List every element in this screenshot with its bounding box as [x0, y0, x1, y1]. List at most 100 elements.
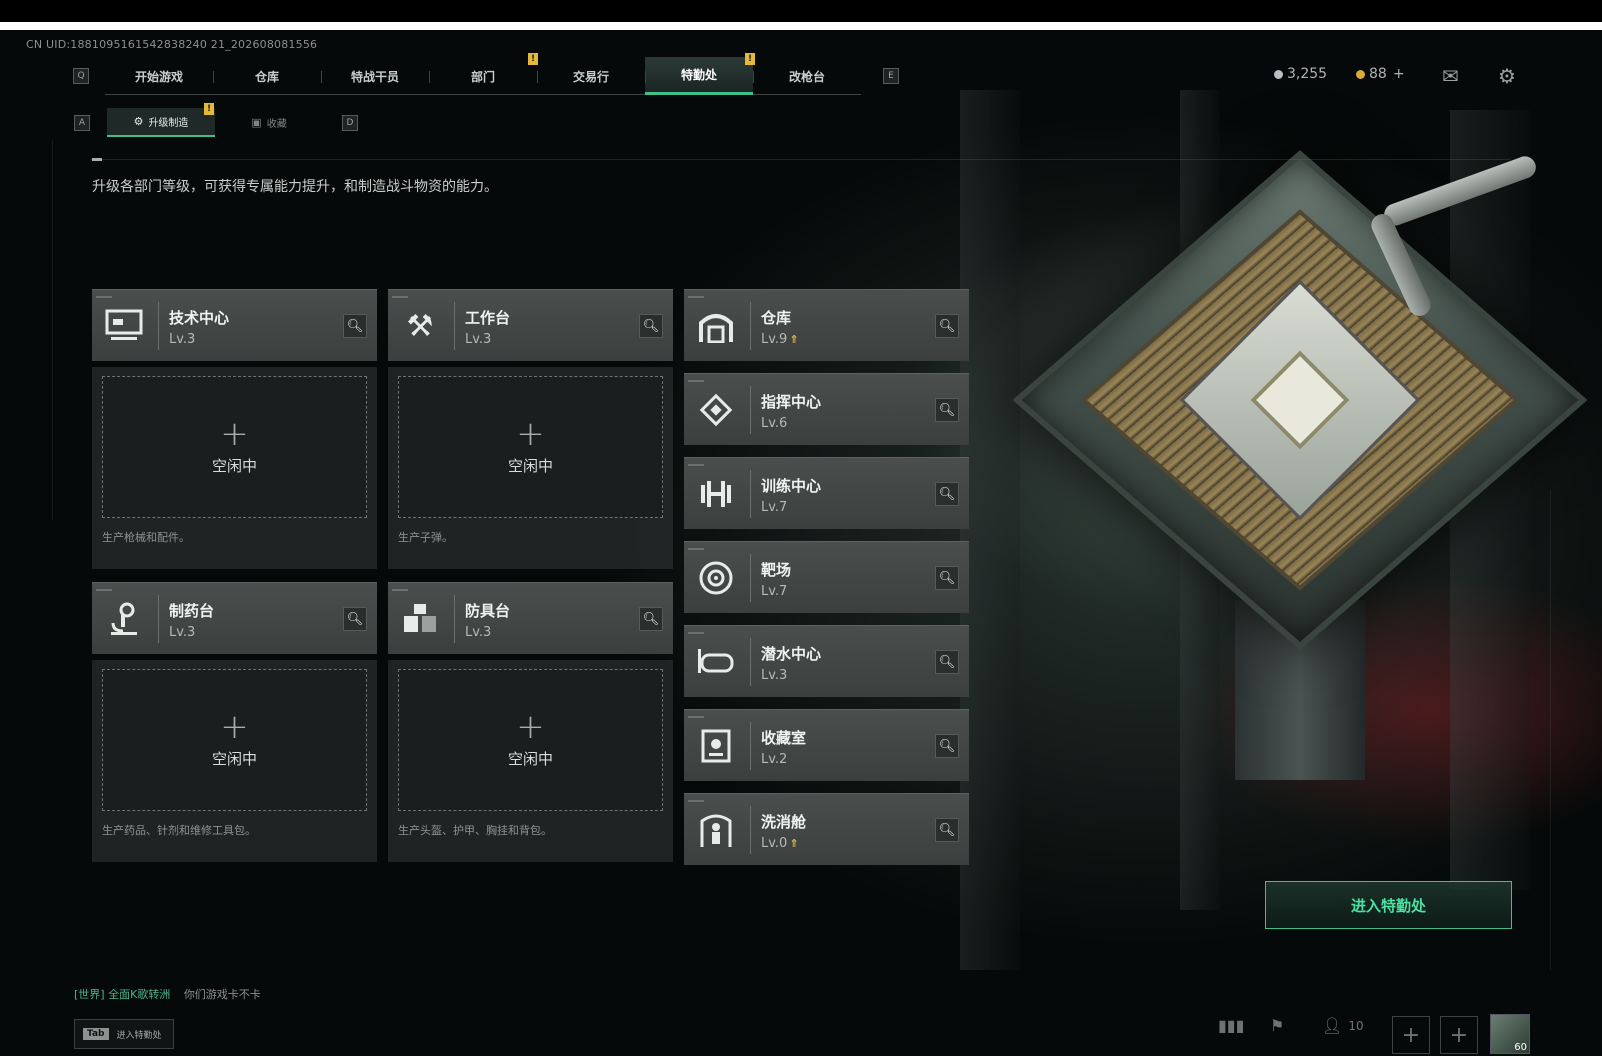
- stats-icon[interactable]: ▮▮▮: [1218, 1016, 1244, 1035]
- collection-tab-icon: ▣: [251, 116, 262, 129]
- search-icon[interactable]: 🔍︎: [935, 818, 959, 842]
- tab-shortcut-hint[interactable]: Tab 进入特勤处: [74, 1019, 174, 1049]
- separator: [454, 595, 455, 643]
- separator: [750, 722, 751, 770]
- search-icon[interactable]: 🔍︎: [935, 566, 959, 590]
- card-header[interactable]: 仓库 Lv.9 ⇑ 🔍︎: [684, 289, 969, 361]
- search-icon[interactable]: 🔍︎: [935, 314, 959, 338]
- gear-icon[interactable]: ⚙: [1498, 64, 1516, 88]
- separator: [750, 554, 751, 602]
- dumbbell-icon: [696, 474, 736, 514]
- level-text: Lv.0: [761, 836, 788, 851]
- upgrade-arrow-icon: ⇑: [789, 333, 799, 346]
- top-white-strip: [0, 22, 1602, 30]
- card-title: 制药台: [169, 602, 215, 620]
- search-icon[interactable]: 🔍︎: [935, 734, 959, 758]
- bg-line: [52, 140, 53, 520]
- enter-special-ops-button[interactable]: 进入特勤处: [1265, 881, 1512, 929]
- tools-icon: ⚒: [406, 308, 434, 344]
- craft-slot[interactable]: + 空闲中: [398, 376, 663, 518]
- card-note: 生产子弹。: [398, 531, 453, 544]
- card-header[interactable]: ⚒ 工作台 Lv.3 🔍︎: [388, 289, 673, 361]
- card-header[interactable]: 技术中心 Lv.3 🔍︎: [92, 289, 377, 361]
- level-text: Lv.9: [761, 332, 788, 347]
- plus-icon: +: [516, 413, 545, 454]
- tab-label: 开始游戏: [134, 69, 183, 84]
- card-note: 生产头盔、护甲、胸挂和背包。: [398, 824, 552, 837]
- card-title: 潜水中心: [761, 645, 822, 663]
- flag-icon[interactable]: ⚑: [1270, 1016, 1284, 1035]
- tab-upgrade-craft[interactable]: ⚙ 升级制造: [107, 108, 215, 137]
- card-header[interactable]: 训练中心 Lv.7 🔍︎: [684, 457, 969, 529]
- subnav-prev-key[interactable]: A: [74, 115, 90, 131]
- tab-collection[interactable]: ▣ 收藏: [215, 108, 323, 137]
- add-gold-icon[interactable]: +: [1393, 66, 1405, 82]
- search-icon[interactable]: 🔍︎: [935, 482, 959, 506]
- slot-status: 空闲中: [507, 456, 553, 475]
- card-header[interactable]: 指挥中心 Lv.6 🔍︎: [684, 373, 969, 445]
- silver-coin-icon: [1274, 69, 1283, 79]
- subtab-notice-badge: !: [204, 103, 214, 115]
- separator: [158, 302, 159, 350]
- friends-count: 10: [1348, 1018, 1364, 1033]
- card-level: Lv.3: [761, 668, 788, 683]
- separator: [750, 470, 751, 518]
- friends-icon: 👤︎: [1322, 1016, 1343, 1035]
- nav-prev-key[interactable]: Q: [73, 68, 89, 84]
- card-header[interactable]: 防具台 Lv.3 🔍︎: [388, 582, 673, 654]
- chat-channel: [世界]: [74, 988, 105, 1001]
- card-header[interactable]: 收藏室 Lv.2 🔍︎: [684, 709, 969, 781]
- corner-dash: [688, 548, 704, 550]
- warehouse-icon: [696, 306, 736, 346]
- friends-button[interactable]: 👤︎ 10: [1322, 1016, 1364, 1035]
- card-header[interactable]: 潜水中心 Lv.3 🔍︎: [684, 625, 969, 697]
- add-slot-button[interactable]: +: [1392, 1016, 1430, 1054]
- tab-label: 收藏: [266, 119, 287, 130]
- tab-departments[interactable]: 部门: [429, 57, 537, 95]
- mail-icon[interactable]: ✉: [1442, 64, 1459, 88]
- nav-next-key[interactable]: E: [883, 68, 899, 84]
- avatar[interactable]: 60: [1490, 1014, 1530, 1054]
- craft-slot[interactable]: + 空闲中: [102, 376, 367, 518]
- craft-slot[interactable]: + 空闲中: [102, 669, 367, 811]
- subnav-next-key[interactable]: D: [342, 115, 358, 131]
- tab-gunsmith[interactable]: 改枪台: [753, 57, 861, 95]
- tab-trade[interactable]: 交易行: [537, 57, 645, 95]
- card-header[interactable]: 制药台 Lv.3 🔍︎: [92, 582, 377, 654]
- corner-dash: [688, 380, 704, 382]
- top-black-bar: [0, 0, 1602, 22]
- separator: [750, 302, 751, 350]
- add-slot-button[interactable]: +: [1440, 1016, 1478, 1054]
- tab-label: 特勤处: [680, 68, 717, 82]
- search-icon[interactable]: 🔍︎: [935, 650, 959, 674]
- computer-icon: [104, 306, 144, 346]
- card-title: 靶场: [761, 561, 792, 579]
- plus-icon: +: [516, 706, 545, 747]
- separator: [750, 806, 751, 854]
- search-icon[interactable]: 🔍︎: [639, 314, 663, 338]
- chat-user[interactable]: 全面K歌转洲: [108, 988, 170, 1001]
- tab-warehouse[interactable]: 仓库: [213, 57, 321, 95]
- card-level: Lv.2: [761, 752, 788, 767]
- card-title: 工作台: [465, 309, 511, 327]
- craft-slot[interactable]: + 空闲中: [398, 669, 663, 811]
- command-icon: [696, 390, 736, 430]
- tab-operators[interactable]: 特战干员: [321, 57, 429, 95]
- card-header[interactable]: 洗消舱 Lv.0 ⇑ 🔍︎: [684, 793, 969, 865]
- tab-start-game[interactable]: 开始游戏: [105, 57, 213, 95]
- gold-amount: 88: [1369, 66, 1387, 82]
- search-icon[interactable]: 🔍︎: [639, 607, 663, 631]
- tab-label: 部门: [470, 69, 495, 84]
- search-icon[interactable]: 🔍︎: [343, 607, 367, 631]
- tab-special-ops[interactable]: 特勤处: [645, 57, 753, 95]
- card-level: Lv.6: [761, 416, 788, 431]
- world-chat[interactable]: [世界] 全面K歌转洲 你们游戏卡不卡: [74, 986, 261, 1002]
- search-icon[interactable]: 🔍︎: [343, 314, 367, 338]
- search-icon[interactable]: 🔍︎: [935, 398, 959, 422]
- gold-currency[interactable]: 88 +: [1356, 66, 1405, 82]
- card-header[interactable]: 靶场 Lv.7 🔍︎: [684, 541, 969, 613]
- card-level: Lv.3: [169, 332, 196, 347]
- card-title: 技术中心: [169, 309, 230, 327]
- player-uid: CN UID:1881095161542838240 21_2026080815…: [26, 38, 318, 51]
- card-level: Lv.9 ⇑: [761, 332, 799, 347]
